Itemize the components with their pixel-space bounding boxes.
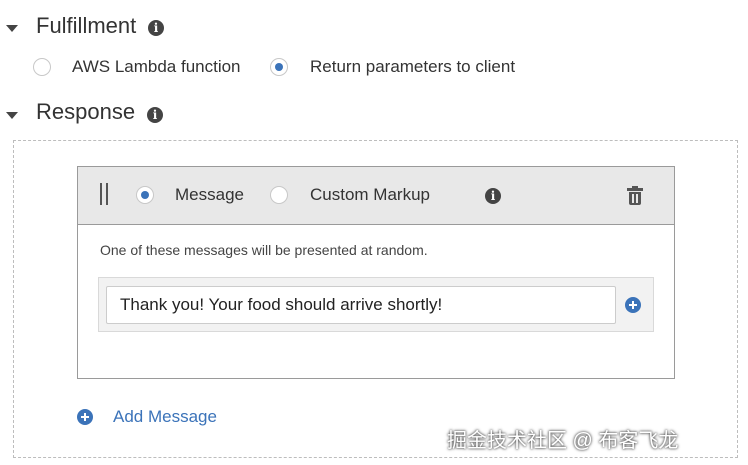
card-info-icon[interactable]: i [485, 188, 501, 204]
fulfillment-collapse-caret-icon[interactable] [6, 25, 18, 32]
response-info-icon[interactable]: i [147, 107, 163, 123]
radio-aws-lambda[interactable] [33, 58, 51, 76]
fulfillment-info-icon[interactable]: i [148, 20, 164, 36]
radio-custom-markup-label[interactable]: Custom Markup [310, 185, 430, 205]
add-message-plus-icon[interactable] [77, 409, 93, 425]
add-variation-plus-icon[interactable] [625, 297, 641, 313]
message-card-header: Message Custom Markup i [78, 167, 674, 225]
drag-handle-icon[interactable] [99, 183, 109, 205]
fulfillment-title: Fulfillment [36, 13, 137, 38]
radio-message-type-label[interactable]: Message [175, 185, 244, 205]
watermark-text: 掘金技术社区 @ 布客飞龙 [447, 430, 679, 452]
response-title: Response [36, 99, 136, 124]
radio-aws-lambda-label[interactable]: AWS Lambda function [72, 57, 241, 77]
message-card: Message Custom Markup i One of these mes… [77, 166, 675, 379]
response-collapse-caret-icon[interactable] [6, 112, 18, 119]
message-row [98, 277, 654, 332]
random-message-hint: One of these messages will be presented … [100, 242, 428, 258]
radio-custom-markup[interactable] [270, 186, 288, 204]
radio-message-type[interactable] [136, 186, 154, 204]
message-text-input[interactable] [106, 286, 616, 324]
radio-return-parameters-label[interactable]: Return parameters to client [310, 57, 515, 77]
radio-return-parameters[interactable] [270, 58, 288, 76]
trash-icon[interactable] [627, 186, 643, 205]
add-message-link[interactable]: Add Message [113, 407, 217, 427]
